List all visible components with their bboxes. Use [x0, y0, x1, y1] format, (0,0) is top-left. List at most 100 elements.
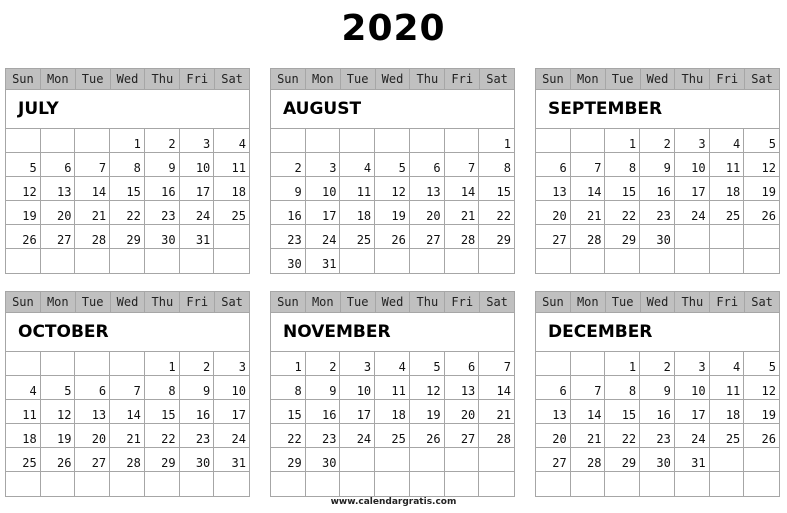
day-cell: 20	[536, 424, 571, 448]
day-cell: 19	[375, 201, 410, 225]
day-cell: 9	[271, 177, 306, 201]
day-cell: 15	[479, 177, 514, 201]
empty-day-cell	[744, 225, 779, 249]
day-cell: 21	[110, 424, 145, 448]
day-cell: 22	[144, 424, 180, 448]
day-cell: 3	[179, 129, 215, 153]
day-cell: 10	[179, 153, 215, 177]
day-cell: 23	[144, 201, 180, 225]
empty-day-cell	[675, 472, 710, 496]
empty-day-cell	[479, 249, 514, 273]
weekday-label: Mon	[306, 69, 341, 89]
empty-day-cell	[744, 448, 779, 472]
day-cell: 8	[110, 153, 145, 177]
day-cell: 12	[744, 153, 779, 177]
empty-day-cell	[570, 352, 606, 376]
empty-day-cell	[409, 129, 445, 153]
weekday-header: Sun Mon Tue Wed Thu Fri Sat	[536, 69, 779, 90]
day-cell: 28	[444, 225, 480, 249]
day-cell: 2	[640, 129, 675, 153]
empty-day-cell	[305, 129, 341, 153]
day-cell: 22	[605, 424, 641, 448]
empty-day-cell	[571, 249, 606, 273]
day-cell: 9	[305, 376, 341, 400]
footer-website: www.calendargratis.com	[330, 497, 457, 507]
empty-day-cell	[214, 472, 249, 496]
day-cell: 27	[444, 424, 480, 448]
day-cell: 13	[40, 177, 76, 201]
day-cell: 21	[75, 201, 111, 225]
empty-day-cell	[605, 472, 641, 496]
day-cell: 14	[570, 177, 606, 201]
day-cell: 30	[144, 225, 180, 249]
day-cell: 2	[640, 352, 675, 376]
day-cell: 5	[375, 153, 410, 177]
weekday-label: Sun	[6, 69, 41, 89]
day-cell: 28	[75, 225, 111, 249]
day-cell: 1	[144, 352, 180, 376]
empty-day-cell	[410, 472, 445, 496]
day-cell: 25	[375, 424, 410, 448]
day-cell: 30	[640, 448, 675, 472]
weekday-label: Fri	[180, 69, 216, 89]
day-cell: 17	[305, 201, 341, 225]
day-cell: 23	[305, 424, 341, 448]
month-panel-december: Sun Mon Tue Wed Thu Fri Sat DECEMBER 1 2 3 4 5 6 7 8 9 10…	[535, 291, 780, 497]
weekday-header: Sun Mon Tue Wed Thu Fri Sat	[271, 69, 514, 90]
day-cell: 9	[640, 376, 675, 400]
empty-day-cell	[214, 225, 249, 249]
day-cell: 29	[110, 225, 145, 249]
weekday-label: Fri	[710, 69, 746, 89]
day-cell: 29	[144, 448, 180, 472]
day-cell: 10	[305, 177, 341, 201]
day-cell: 17	[340, 400, 376, 424]
empty-day-cell	[214, 249, 249, 273]
weekday-label: Tue	[76, 69, 111, 89]
day-cell: 29	[605, 225, 641, 249]
empty-day-cell	[571, 472, 606, 496]
day-cell: 21	[444, 201, 480, 225]
day-cell: 2	[271, 153, 306, 177]
day-cell: 20	[444, 400, 480, 424]
month-name: SEPTEMBER	[536, 90, 779, 129]
empty-day-cell	[709, 225, 745, 249]
day-cell: 6	[75, 376, 111, 400]
day-cell: 26	[744, 424, 779, 448]
weekday-label: Mon	[571, 292, 606, 312]
empty-day-cell	[710, 472, 745, 496]
day-cell: 25	[340, 225, 376, 249]
day-cell: 18	[340, 201, 376, 225]
weekday-header: Sun Mon Tue Wed Thu Fri Sat	[536, 292, 779, 313]
weekday-label: Mon	[41, 69, 76, 89]
day-cell: 18	[375, 400, 410, 424]
day-cell: 27	[75, 448, 111, 472]
day-cell: 13	[75, 400, 111, 424]
weekday-header: Sun Mon Tue Wed Thu Fri Sat	[6, 292, 249, 313]
day-cell: 7	[75, 153, 111, 177]
empty-day-cell	[180, 472, 215, 496]
empty-day-cell	[675, 249, 710, 273]
empty-day-cell	[536, 249, 571, 273]
day-cell: 28	[110, 448, 145, 472]
day-cell: 10	[674, 376, 710, 400]
day-cell: 19	[6, 201, 41, 225]
empty-day-cell	[110, 352, 145, 376]
day-cell: 13	[536, 177, 571, 201]
day-cell: 7	[444, 153, 480, 177]
month-name: DECEMBER	[536, 313, 779, 352]
day-grid: 1 2 3 4 5 6 7 8 9 10 11 12 13 14 15 16 17 18 19 20 21 22 23 24 2…	[271, 352, 514, 496]
day-cell: 4	[709, 129, 745, 153]
day-cell: 4	[214, 129, 249, 153]
empty-day-cell	[145, 472, 180, 496]
day-cell: 14	[75, 177, 111, 201]
month-panel-november: Sun Mon Tue Wed Thu Fri Sat NOVEMBER 1 2 3 4 5 6 7 8 9 10…	[270, 291, 515, 497]
day-cell: 29	[605, 448, 641, 472]
day-cell: 29	[271, 448, 306, 472]
day-cell: 23	[640, 201, 675, 225]
day-cell: 16	[179, 400, 215, 424]
day-cell: 4	[340, 153, 376, 177]
day-cell: 10	[340, 376, 376, 400]
day-cell: 9	[179, 376, 215, 400]
day-cell: 8	[605, 376, 641, 400]
day-grid: 1 2 3 4 5 6 7 8 9 10 11 12 13 14 15 16 17 18 19 20 21 22 23 24 2…	[6, 129, 249, 273]
